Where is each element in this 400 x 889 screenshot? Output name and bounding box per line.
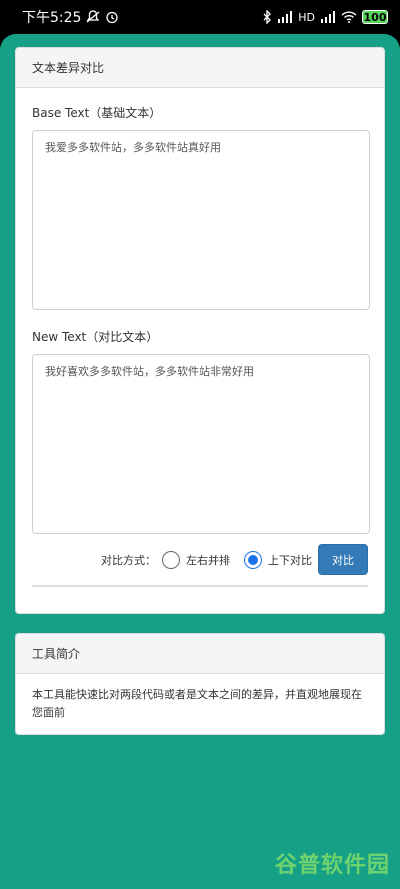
base-text-input[interactable]: 我爱多多软件站，多多软件站真好用 <box>32 130 370 310</box>
battery-icon: 100 <box>362 10 388 24</box>
diff-panel-body: Base Text（基础文本） 我爱多多软件站，多多软件站真好用 New Tex… <box>16 104 384 587</box>
status-bar: 下午5:25 HD 100 <box>0 0 400 34</box>
intro-panel-body: 本工具能快速比对两段代码或者是文本之间的差异，并直观地展现在您面前 <box>16 674 384 722</box>
alarm-icon <box>106 11 119 24</box>
mute-icon <box>87 10 100 23</box>
signal-icon-2 <box>321 11 335 23</box>
compare-button[interactable]: 对比 <box>318 544 368 575</box>
signal-icon <box>278 11 293 23</box>
radio-side-by-side[interactable] <box>162 550 180 569</box>
bluetooth-icon <box>263 10 272 24</box>
intro-panel: 工具简介 本工具能快速比对两段代码或者是文本之间的差异，并直观地展现在您面前 <box>15 633 385 735</box>
radio-top-bottom[interactable] <box>244 550 262 569</box>
wifi-icon <box>341 11 357 23</box>
diff-panel-heading: 文本差异对比 <box>16 48 384 88</box>
app-screen: 文本差异对比 Base Text（基础文本） 我爱多多软件站，多多软件站真好用 … <box>0 34 400 889</box>
diff-panel: 文本差异对比 Base Text（基础文本） 我爱多多软件站，多多软件站真好用 … <box>15 47 385 614</box>
diff-panel-title: 文本差异对比 <box>32 61 105 75</box>
new-text-label: New Text（对比文本） <box>32 330 159 344</box>
base-text-label: Base Text（基础文本） <box>32 106 162 120</box>
intro-panel-title: 工具简介 <box>32 647 81 661</box>
time-text: 下午5:25 <box>22 10 82 26</box>
compare-mode-label: 对比方式： <box>101 553 156 567</box>
intro-panel-heading: 工具简介 <box>16 634 384 674</box>
radio-top-bottom-label[interactable]: 上下对比 <box>268 552 312 568</box>
battery-level: 100 <box>363 10 387 24</box>
result-divider <box>32 585 368 587</box>
radio-side-by-side-label[interactable]: 左右并排 <box>186 552 230 568</box>
compare-controls: 对比方式： 左右并排 上下对比 对比 <box>32 544 368 575</box>
network-label: HD <box>298 10 315 24</box>
watermark-logo: 谷普软件园 <box>274 853 390 878</box>
intro-description: 本工具能快速比对两段代码或者是文本之间的差异，并直观地展现在您面前 <box>32 688 362 719</box>
new-text-input[interactable]: 我好喜欢多多软件站，多多软件站非常好用 <box>32 354 370 534</box>
